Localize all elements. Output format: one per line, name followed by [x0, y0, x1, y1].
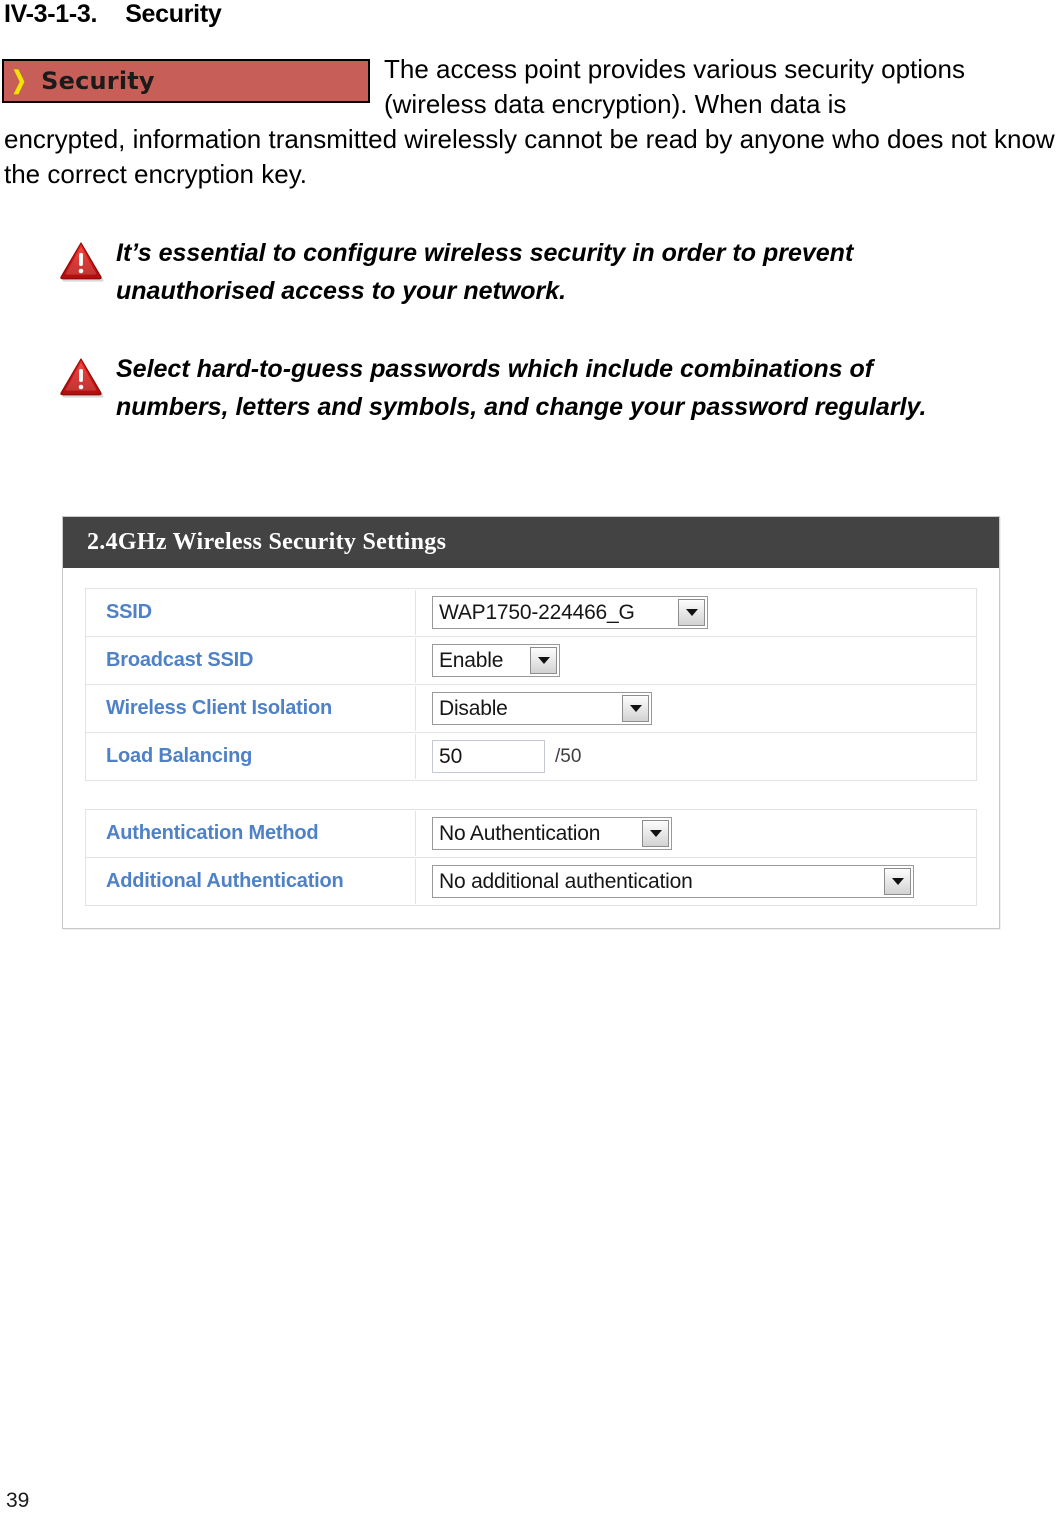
authentication-method-select-value: No Authentication [439, 821, 601, 845]
settings-row-load-balancing: Load Balancing 50 /50 [86, 733, 976, 781]
chevron-down-icon[interactable] [530, 647, 557, 674]
label-additional-authentication: Additional Authentication [86, 859, 416, 904]
section-title: Security [125, 0, 222, 28]
security-banner: ❯ Security [2, 59, 370, 103]
chevron-down-icon[interactable] [884, 868, 911, 895]
label-broadcast-ssid: Broadcast SSID [86, 638, 416, 683]
broadcast-ssid-select[interactable]: Enable [432, 644, 560, 677]
warning-note: Select hard-to-guess passwords which inc… [60, 350, 936, 426]
load-balancing-max-label: /50 [555, 745, 582, 767]
chevron-down-icon[interactable] [622, 695, 649, 722]
wireless-client-isolation-select-value: Disable [439, 696, 508, 720]
chevron-down-icon[interactable] [642, 820, 669, 847]
section-number: IV-3-1-3. [4, 0, 98, 28]
warning-note: It’s essential to configure wireless sec… [60, 234, 936, 310]
settings-group-authentication: Authentication Method No Authentication … [85, 809, 977, 906]
chevron-right-icon: ❯ [11, 67, 27, 94]
panel-body: SSID WAP1750-224466_G Broadcast SSID Ena… [63, 568, 999, 928]
settings-row-wireless-client-isolation: Wireless Client Isolation Disable [86, 685, 976, 733]
page-title: IV-3-1-3. Security [4, 0, 222, 29]
value-additional-authentication: No additional authentication [416, 858, 976, 905]
settings-row-ssid: SSID WAP1750-224466_G [86, 589, 976, 637]
warning-note-text: Select hard-to-guess passwords which inc… [116, 355, 927, 421]
wireless-client-isolation-select[interactable]: Disable [432, 692, 652, 725]
label-authentication-method: Authentication Method [86, 811, 416, 856]
chevron-down-icon[interactable] [678, 599, 705, 626]
label-load-balancing: Load Balancing [86, 734, 416, 779]
settings-row-additional-authentication: Additional Authentication No additional … [86, 858, 976, 906]
broadcast-ssid-select-value: Enable [439, 648, 504, 672]
page-number: 39 [6, 1489, 30, 1512]
additional-authentication-select-value: No additional authentication [439, 869, 693, 893]
intro-rest: encrypted, information transmitted wirel… [4, 124, 1055, 189]
value-wireless-client-isolation: Disable [416, 685, 976, 732]
panel-header-title: 2.4GHz Wireless Security Settings [63, 517, 999, 568]
warning-triangle-icon [60, 240, 106, 282]
value-load-balancing: 50 /50 [416, 733, 976, 780]
intro-line-2: (wireless data encryption). When data is [384, 89, 847, 119]
authentication-method-select[interactable]: No Authentication [432, 817, 672, 850]
label-ssid: SSID [86, 590, 416, 635]
ssid-select[interactable]: WAP1750-224466_G [432, 596, 708, 629]
settings-row-authentication-method: Authentication Method No Authentication [86, 810, 976, 858]
intro-line-1: The access point provides various securi… [384, 54, 965, 84]
value-ssid: WAP1750-224466_G [416, 589, 976, 636]
intro-block: ❯ Security The access point provides var… [0, 52, 1063, 192]
warning-triangle-icon [60, 356, 106, 398]
label-wireless-client-isolation: Wireless Client Isolation [86, 686, 416, 731]
warning-note-text: It’s essential to configure wireless sec… [116, 239, 854, 305]
value-broadcast-ssid: Enable [416, 637, 976, 684]
wireless-security-settings-panel: 2.4GHz Wireless Security Settings SSID W… [62, 516, 1000, 929]
security-banner-label: Security [41, 67, 155, 95]
load-balancing-input[interactable]: 50 [432, 740, 545, 773]
ssid-select-value: WAP1750-224466_G [439, 600, 635, 624]
additional-authentication-select[interactable]: No additional authentication [432, 865, 914, 898]
settings-group-basic: SSID WAP1750-224466_G Broadcast SSID Ena… [85, 588, 977, 781]
value-authentication-method: No Authentication [416, 810, 976, 857]
settings-row-broadcast-ssid: Broadcast SSID Enable [86, 637, 976, 685]
